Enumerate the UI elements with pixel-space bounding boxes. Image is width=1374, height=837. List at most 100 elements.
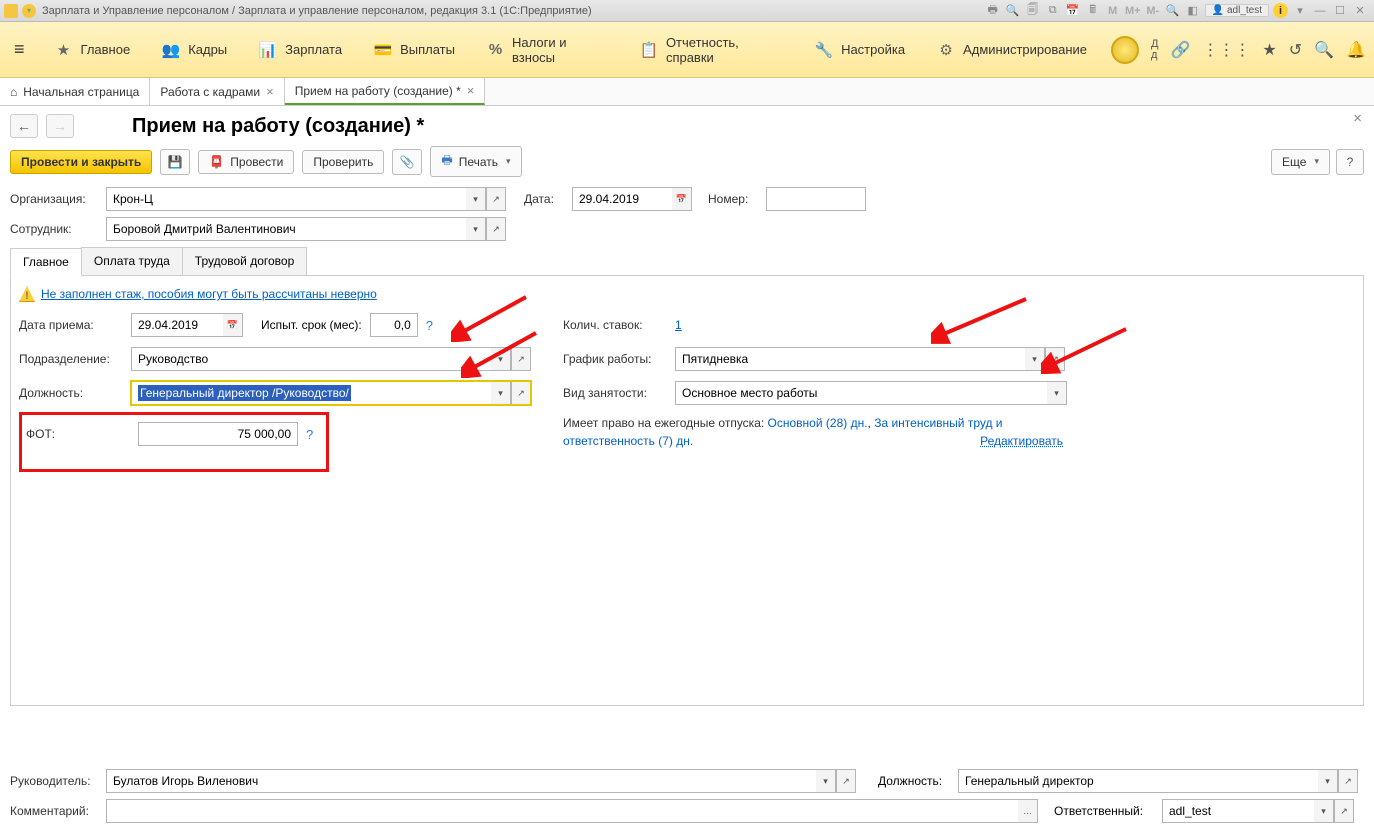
print-button[interactable]: 🖶 Печать ▾ (430, 146, 521, 177)
close-icon[interactable]: × (266, 84, 274, 99)
forward-button[interactable]: → (46, 114, 74, 138)
hire-date-field[interactable]: 📅 (131, 313, 243, 337)
info-icon[interactable]: i (1273, 3, 1288, 18)
titlebar-icon[interactable]: 🖶 (985, 3, 1001, 19)
manager-pos-field[interactable]: ▾ ↗ (958, 769, 1358, 793)
doc-close-icon[interactable]: × (1353, 110, 1362, 127)
org-field[interactable]: ▾ ↗ (106, 187, 506, 211)
org-label: Организация: (10, 192, 98, 206)
open-icon[interactable]: ↗ (486, 217, 506, 241)
manager-field[interactable]: ▾ ↗ (106, 769, 856, 793)
dropdown-icon[interactable]: ▾ (466, 187, 486, 211)
tab-home[interactable]: ⌂ Начальная страница (0, 78, 150, 105)
titlebar-mminus-icon[interactable]: M- (1145, 3, 1161, 19)
titlebar-icon[interactable]: 🗐 (1025, 3, 1041, 19)
close-icon[interactable]: × (467, 83, 475, 98)
tab-hire-create[interactable]: Прием на работу (создание) * × (285, 78, 486, 105)
chart-icon: 📊 (259, 41, 277, 59)
expand-icon[interactable]: … (1018, 799, 1038, 823)
apps-icon[interactable]: ⋮⋮⋮ (1202, 40, 1250, 60)
open-icon[interactable]: ↗ (511, 381, 531, 405)
tab-personnel-work[interactable]: Работа с кадрами × (150, 78, 284, 105)
emptype-field[interactable]: ▾ (675, 381, 1067, 405)
nav-reports[interactable]: 📋Отчетность, справки (632, 29, 791, 71)
dropdown-icon[interactable]: ▾ (1025, 347, 1045, 371)
dropdown-icon[interactable]: ▾ (816, 769, 836, 793)
department-field[interactable]: ▾ ↗ (131, 347, 531, 371)
favorite-icon[interactable]: ★ (1262, 40, 1276, 60)
nav-salary[interactable]: 📊Зарплата (251, 35, 350, 65)
minimize-icon[interactable]: — (1312, 3, 1328, 19)
form-tab-contract[interactable]: Трудовой договор (182, 247, 307, 275)
maximize-icon[interactable]: ☐ (1332, 3, 1348, 19)
titlebar-mplus-icon[interactable]: M+ (1125, 3, 1141, 19)
main-navigation: ≡ ★Главное 👥Кадры 📊Зарплата 💳Выплаты %На… (0, 22, 1374, 78)
calculator-icon[interactable]: 🖩 (1085, 3, 1101, 19)
check-button[interactable]: Проверить (302, 150, 384, 174)
window-titlebar: ▾ Зарплата и Управление персоналом / Зар… (0, 0, 1374, 22)
titlebar-m-icon[interactable]: M (1105, 3, 1121, 19)
search-icon[interactable]: 🔍 (1314, 40, 1334, 60)
dropdown-icon[interactable]: ▾ (22, 4, 36, 18)
bell-icon[interactable]: 🔔 (1346, 40, 1366, 60)
dropdown-icon[interactable]: ▾ (491, 347, 511, 371)
comment-field[interactable]: … (106, 799, 1038, 823)
back-button[interactable]: ← (10, 114, 38, 138)
nav-taxes[interactable]: %Налоги и взносы (479, 29, 616, 71)
help-icon[interactable]: ? (426, 318, 433, 333)
help-icon[interactable]: ? (306, 427, 313, 442)
employee-field[interactable]: ▾ ↗ (106, 217, 506, 241)
user-chip[interactable]: 👤 adl_test (1205, 4, 1269, 17)
post-button[interactable]: 📮 Провести (198, 150, 294, 174)
dropdown-icon[interactable]: ▾ (1314, 799, 1334, 823)
calendar-icon[interactable]: 📅 (223, 313, 243, 337)
history-icon[interactable]: ↺ (1289, 40, 1302, 60)
save-button[interactable]: 💾 (160, 149, 190, 175)
zoom-icon[interactable]: 🔍 (1165, 3, 1181, 19)
dropdown-icon[interactable]: ▾ (491, 381, 511, 405)
open-icon[interactable]: ↗ (1045, 347, 1065, 371)
form-tab-main[interactable]: Главное (10, 248, 82, 276)
coin-icon[interactable] (1111, 36, 1139, 64)
dropdown-icon[interactable]: ▾ (1047, 381, 1067, 405)
calendar-icon[interactable]: 📅 (672, 187, 692, 211)
clipboard-icon: 📋 (640, 41, 658, 59)
open-icon[interactable]: ↗ (1334, 799, 1354, 823)
titlebar-icon[interactable]: ⧉ (1045, 3, 1061, 19)
number-field[interactable] (766, 187, 866, 211)
titlebar-icon[interactable]: 🔍 (1005, 3, 1021, 19)
nav-payments[interactable]: 💳Выплаты (366, 35, 463, 65)
attach-button[interactable]: 📎 (392, 149, 422, 175)
schedule-field[interactable]: ▾ ↗ (675, 347, 1065, 371)
form-tab-payment[interactable]: Оплата труда (81, 247, 183, 275)
sysmenu-icon[interactable]: ▾ (1292, 3, 1308, 19)
dropdown-icon[interactable]: ▾ (1318, 769, 1338, 793)
position-field[interactable]: Генеральный директор /Руководство/ ▾ ↗ (131, 381, 531, 405)
warning-link[interactable]: Не заполнен стаж, пособия могут быть рас… (41, 287, 377, 301)
titlebar-icon[interactable]: ◧ (1185, 3, 1201, 19)
nav-settings[interactable]: 🔧Настройка (807, 35, 913, 65)
more-button[interactable]: Еще ▾ (1271, 149, 1330, 175)
nav-personnel[interactable]: 👥Кадры (154, 35, 235, 65)
titlebar-icon[interactable]: 📅 (1065, 3, 1081, 19)
fot-field[interactable] (138, 422, 298, 446)
open-icon[interactable]: ↗ (836, 769, 856, 793)
open-icon[interactable]: ↗ (486, 187, 506, 211)
probation-field[interactable] (370, 313, 418, 337)
manager-label: Руководитель: (10, 774, 98, 788)
nav-main[interactable]: ★Главное (47, 35, 139, 65)
burger-icon[interactable]: ≡ (8, 33, 31, 66)
help-button[interactable]: ? (1336, 149, 1364, 175)
link-icon[interactable]: 🔗 (1170, 40, 1190, 60)
nav-admin[interactable]: ⚙Администрирование (929, 35, 1095, 65)
department-label: Подразделение: (19, 352, 123, 366)
responsible-field[interactable]: ▾ ↗ (1162, 799, 1354, 823)
rates-link[interactable]: 1 (675, 318, 682, 332)
open-icon[interactable]: ↗ (1338, 769, 1358, 793)
edit-vacation-link[interactable]: Редактировать (980, 432, 1063, 450)
dropdown-icon[interactable]: ▾ (466, 217, 486, 241)
close-icon[interactable]: ✕ (1352, 3, 1368, 19)
post-and-close-button[interactable]: Провести и закрыть (10, 150, 152, 174)
date-field[interactable]: 📅 (572, 187, 692, 211)
open-icon[interactable]: ↗ (511, 347, 531, 371)
